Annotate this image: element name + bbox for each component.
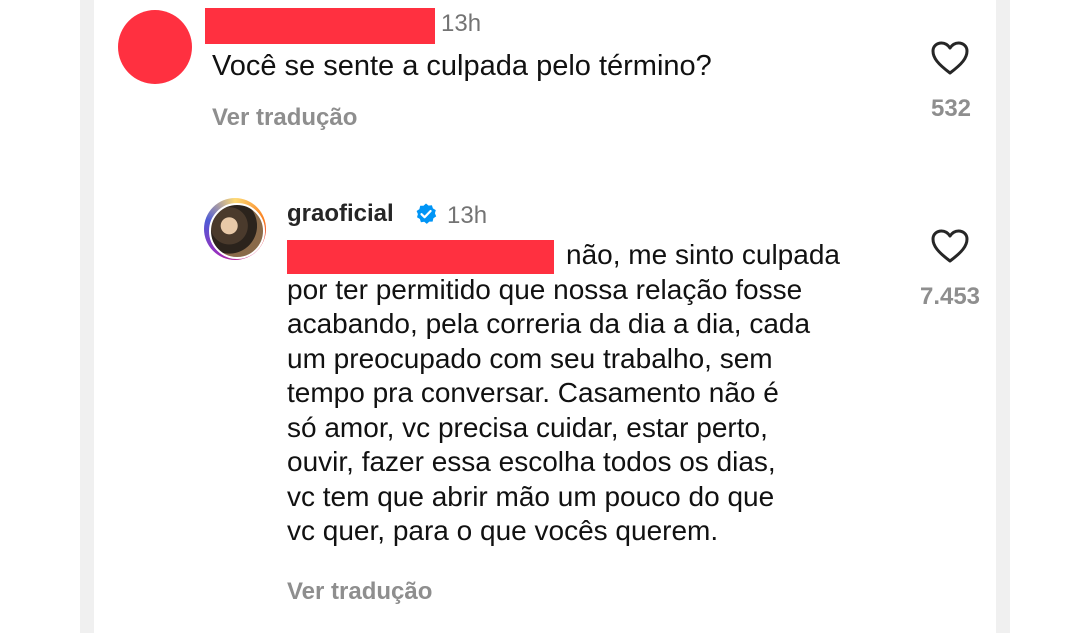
reply-line: vc quer, para o que vocês querem. — [287, 515, 719, 546]
heart-outline-icon — [931, 229, 969, 263]
heart-outline-icon — [931, 41, 969, 75]
reply-like-button[interactable] — [930, 228, 970, 264]
verified-badge-icon — [416, 203, 437, 224]
right-margin — [1010, 0, 1084, 633]
left-margin — [0, 0, 80, 633]
reply-line: acabando, pela correria da dia a dia, ca… — [287, 308, 811, 339]
comment-timestamp: 13h — [441, 10, 482, 37]
comment-like-button[interactable] — [930, 40, 970, 76]
reply-line: ouvir, fazer essa escolha todos os dias, — [287, 446, 776, 477]
comment-like-count: 532 — [930, 95, 972, 122]
reply-avatar[interactable] — [209, 203, 265, 259]
reply-timestamp: 13h — [447, 202, 488, 229]
commenter-avatar-redacted[interactable] — [118, 10, 192, 84]
reply-line: um preocupado com seu trabalho, sem — [287, 342, 773, 374]
reply-username[interactable]: graoficial — [287, 200, 394, 228]
reply-text: não, me sinto culpada por ter permitido … — [287, 238, 897, 549]
reply-translate-link[interactable]: Ver tradução — [287, 578, 432, 606]
reply-line: vc tem que abrir mão um pouco do que — [287, 480, 775, 512]
comment-text: Você se sente a culpada pelo término? — [212, 50, 712, 82]
comments-view: 13h Você se sente a culpada pelo término… — [0, 0, 1084, 633]
reply-line: por ter permitido que nossa relação foss… — [287, 273, 803, 305]
reply-like-count: 7.453 — [919, 283, 981, 310]
comment-translate-link[interactable]: Ver tradução — [212, 104, 357, 132]
reply-line: tempo pra conversar. Casamento não é — [287, 377, 779, 408]
reply-line: não, me sinto culpada — [566, 239, 840, 270]
reply-line: só amor, vc precisa cuidar, estar perto, — [287, 411, 768, 443]
commenter-username-redacted — [205, 8, 435, 44]
